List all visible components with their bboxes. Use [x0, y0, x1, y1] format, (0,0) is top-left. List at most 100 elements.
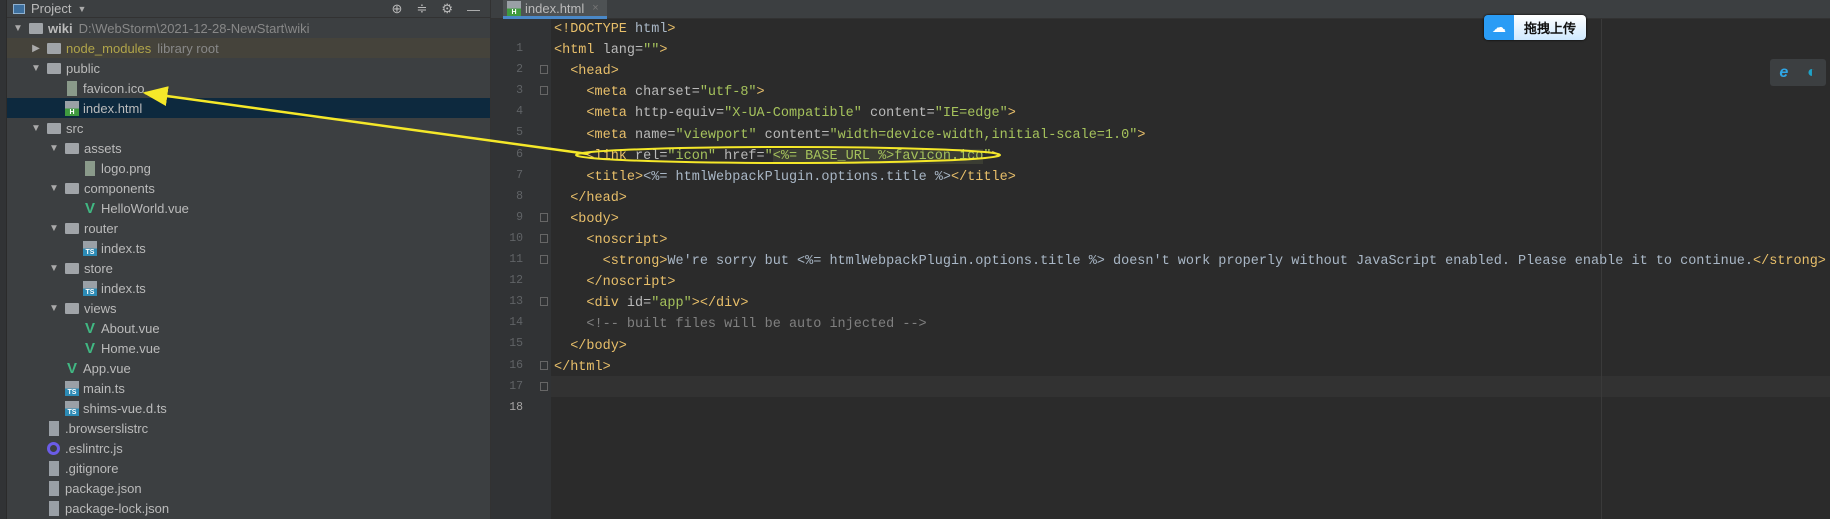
fold-marker-icon[interactable] — [540, 381, 548, 391]
tree-item-label: router — [84, 220, 118, 236]
ie-icon[interactable]: e — [1779, 64, 1788, 82]
tree-item[interactable]: package.json — [7, 478, 490, 498]
expanded-arrow-icon[interactable]: ▼ — [47, 223, 61, 234]
tree-item[interactable]: ▼ router — [7, 218, 490, 238]
tree-item[interactable]: ▼ components — [7, 178, 490, 198]
baidu-netdisk-icon: ☁ — [1484, 15, 1514, 40]
code-token: " — [764, 148, 773, 164]
tab-index-html[interactable]: H index.html × — [503, 0, 607, 19]
code-token: > — [756, 85, 765, 101]
fold-marker-icon[interactable] — [540, 86, 548, 96]
fold-marker-icon[interactable] — [540, 65, 548, 75]
close-icon[interactable]: × — [592, 2, 598, 14]
locate-icon[interactable]: ⊕ — [392, 1, 403, 17]
img-file-icon — [67, 80, 77, 96]
folder-icon — [65, 142, 79, 154]
tree-item[interactable]: package-lock.json — [7, 498, 490, 518]
expanded-arrow-icon[interactable]: ▼ — [29, 123, 43, 134]
baidu-upload-button[interactable]: ☁ 拖拽上传 — [1484, 15, 1586, 40]
fold-marker-icon[interactable] — [540, 255, 548, 264]
collapse-all-icon[interactable]: ≑ — [416, 1, 427, 17]
code-token: <meta — [586, 85, 636, 101]
tree-item-label: App.vue — [83, 360, 131, 376]
tree-item[interactable]: .gitignore — [7, 458, 490, 478]
fold-marker-icon[interactable] — [540, 360, 548, 370]
tree-item[interactable]: V HelloWorld.vue — [7, 198, 490, 218]
tree-item[interactable]: V About.vue — [7, 318, 490, 338]
fold-marker-icon[interactable] — [540, 233, 548, 243]
fold-marker-icon[interactable] — [540, 212, 548, 222]
code-token: > — [1007, 106, 1016, 122]
code-line: </html> — [554, 357, 611, 378]
eslint-file-icon — [47, 441, 60, 455]
tree-item[interactable]: V App.vue — [7, 358, 490, 378]
code-line: <head> — [554, 61, 619, 82]
ts-file-icon: TS — [83, 280, 97, 296]
tool-window-strip — [0, 0, 7, 519]
line-number: 7 — [516, 168, 523, 182]
code-token: ></div> — [691, 296, 749, 312]
tree-item-label: logo.png — [101, 160, 151, 176]
tree-item[interactable]: .eslintrc.js — [7, 438, 490, 458]
tree-item[interactable]: TS shims-vue.d.ts — [7, 398, 490, 418]
tree-item[interactable]: Hindex.html — [7, 98, 490, 118]
tree-item[interactable]: ▼ store — [7, 258, 490, 278]
line-number: 3 — [516, 84, 523, 98]
doc-file-icon — [49, 480, 59, 496]
code-line: <!DOCTYPE html> — [554, 19, 676, 40]
tree-item-label: favicon.ico — [83, 80, 145, 96]
code-line: </noscript> — [554, 272, 675, 293]
tree-item-label: .browserslistrc — [65, 420, 149, 436]
tree-item[interactable]: favicon.ico — [7, 78, 490, 98]
code-token: <title> — [586, 169, 644, 185]
code-token: name= — [635, 127, 676, 143]
expanded-arrow-icon[interactable]: ▼ — [11, 23, 25, 34]
fold-marker-icon[interactable] — [540, 297, 548, 307]
tree-item[interactable]: TS index.ts — [7, 238, 490, 258]
tree-item[interactable]: TS main.ts — [7, 378, 490, 398]
code-token: "app" — [651, 296, 692, 312]
line-number: 9 — [516, 210, 523, 224]
img-file-icon — [85, 160, 95, 176]
code-token: <link — [586, 148, 636, 164]
line-number: 8 — [516, 189, 523, 203]
expanded-arrow-icon[interactable]: ▼ — [29, 63, 43, 74]
tree-item[interactable]: ▼ wiki D:\WebStorm\2021-12-28-NewStart\wik… — [7, 18, 490, 38]
tree-item[interactable]: logo.png — [7, 158, 490, 178]
line-number: 5 — [516, 126, 523, 140]
code-token: <%= BASE_URL %>favicon.ico — [772, 148, 984, 164]
code-token: <meta — [586, 106, 636, 122]
current-line-highlight — [551, 376, 1830, 397]
vue-file-icon: V — [84, 339, 95, 357]
code-line: <meta charset="utf-8"> — [554, 82, 765, 103]
tree-item[interactable]: ▼ views — [7, 298, 490, 318]
code-token: "IE=edge" — [934, 106, 1008, 122]
code-token: html — [635, 22, 668, 37]
code-token: " — [983, 148, 992, 164]
tree-item[interactable]: ▼ src — [7, 118, 490, 138]
collapsed-arrow-icon[interactable]: ▶ — [29, 43, 43, 54]
expanded-arrow-icon[interactable]: ▼ — [47, 183, 61, 194]
tree-item[interactable]: ▼ assets — [7, 138, 490, 158]
expanded-arrow-icon[interactable]: ▼ — [47, 303, 61, 314]
editor-tab-bar: H index.html × — [491, 0, 1830, 19]
browser-preview-bar: e ◐ — [1770, 59, 1826, 86]
edge-icon[interactable]: ◐ — [1807, 64, 1817, 82]
expanded-arrow-icon[interactable]: ▼ — [47, 263, 61, 274]
tree-item[interactable]: .browserslistrc — [7, 418, 490, 438]
gear-icon[interactable]: ⚙ — [441, 1, 453, 17]
chevron-down-icon[interactable]: ▼ — [77, 4, 86, 14]
code-token: <!DOCTYPE — [554, 22, 636, 37]
minimize-icon[interactable]: — — [467, 2, 480, 17]
tree-item[interactable]: ▼ public — [7, 58, 490, 78]
tree-item[interactable]: TS index.ts — [7, 278, 490, 298]
tree-item[interactable]: V Home.vue — [7, 338, 490, 358]
tree-item[interactable]: ▶ node_modules library root — [7, 38, 490, 58]
expanded-arrow-icon[interactable]: ▼ — [47, 143, 61, 154]
